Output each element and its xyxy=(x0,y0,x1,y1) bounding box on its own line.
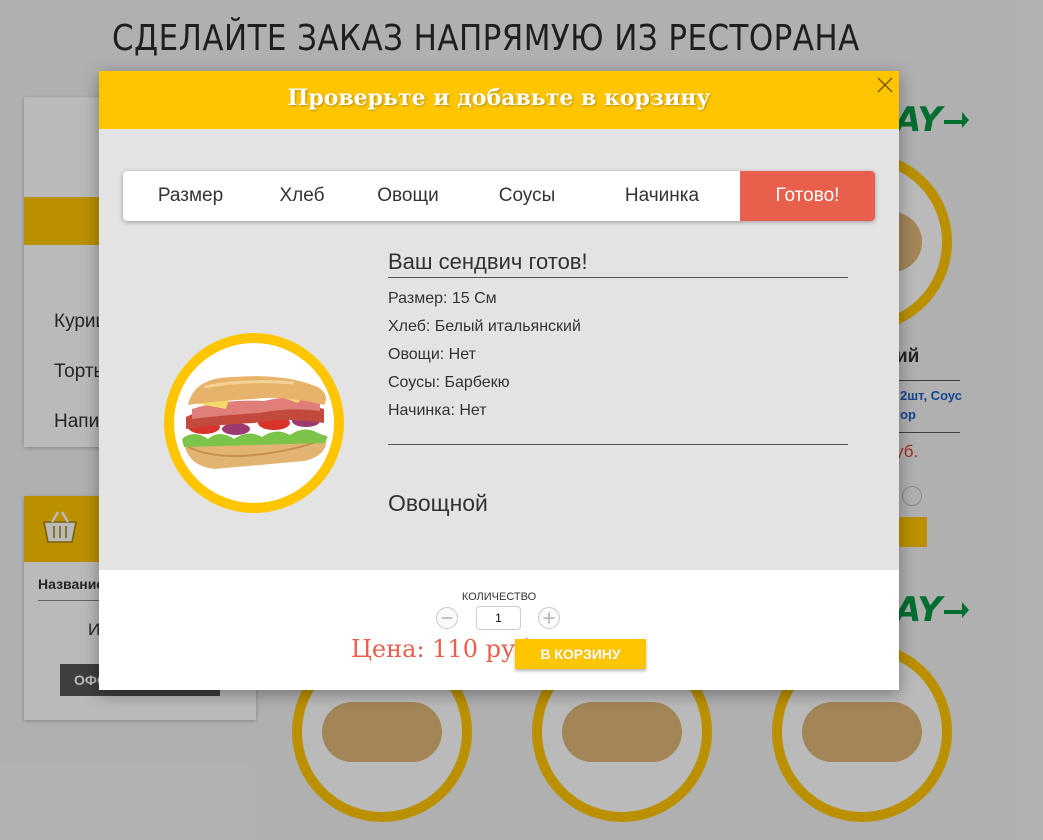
quantity-input[interactable] xyxy=(476,606,521,630)
summary-size: Размер: 15 См xyxy=(388,290,497,307)
summary-vegetables: Овощи: Нет xyxy=(388,346,476,363)
price-label: Цена: 110 руб. xyxy=(351,635,538,663)
close-icon[interactable] xyxy=(875,75,895,95)
summary-title: Ваш сендвич готов! xyxy=(388,249,848,278)
modal-header: Проверьте и добавьте в корзину xyxy=(99,71,899,129)
modal-body: Размер Хлеб Овощи Соусы Начинка Готово! xyxy=(99,129,899,570)
add-to-cart-modal: Проверьте и добавьте в корзину Размер Хл… xyxy=(99,71,899,690)
plus-icon[interactable] xyxy=(538,607,560,629)
summary-filling: Начинка: Нет xyxy=(388,402,487,419)
product-name: Овощной xyxy=(388,490,488,516)
tab-size[interactable]: Размер xyxy=(123,171,258,221)
quantity-label: КОЛИЧЕСТВО xyxy=(461,591,537,603)
sandwich-plate xyxy=(164,333,344,513)
minus-icon[interactable] xyxy=(436,607,458,629)
summary-bread: Хлеб: Белый итальянский xyxy=(388,318,581,335)
summary-sauces: Соусы: Барбекю xyxy=(388,374,510,391)
add-to-cart-button[interactable]: В КОРЗИНУ xyxy=(515,639,646,669)
modal-title: Проверьте и добавьте в корзину xyxy=(287,85,711,111)
builder-steps: Размер Хлеб Овощи Соусы Начинка Готово! xyxy=(123,171,875,221)
sandwich-image xyxy=(182,376,328,469)
tab-vegetables[interactable]: Овощи xyxy=(346,171,470,221)
summary-divider xyxy=(388,444,848,445)
tab-bread[interactable]: Хлеб xyxy=(258,171,346,221)
tab-filling[interactable]: Начинка xyxy=(584,171,740,221)
tab-done[interactable]: Готово! xyxy=(740,171,875,221)
tab-sauces[interactable]: Соусы xyxy=(470,171,584,221)
